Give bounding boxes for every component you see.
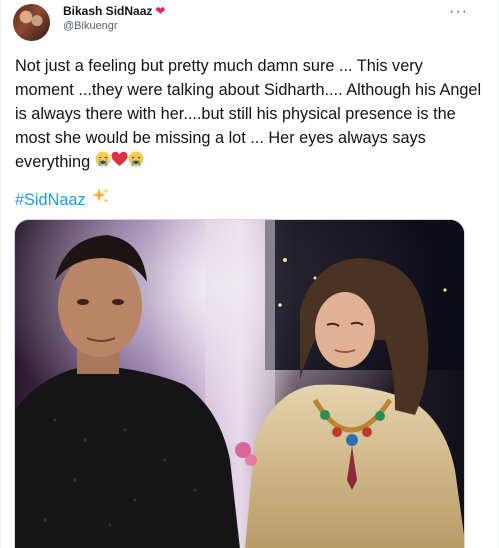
author-row[interactable]: Bikash SidNaaz ❤ [63,4,165,18]
tweet-text: Not just a feeling but pretty much damn … [15,54,485,174]
ellipsis-icon[interactable]: ··· [449,3,468,21]
heart-icon: ❤ [155,4,166,18]
crying-face-icon [128,151,144,171]
tweet-body: Not just a feeling but pretty much damn … [15,57,482,171]
author-name[interactable]: Bikash SidNaaz [63,4,152,18]
crying-face-icon [95,151,111,171]
red-heart-icon [111,151,128,171]
avatar[interactable] [13,4,50,41]
tweet-card[interactable]: Bikash SidNaaz ❤ @Bikuengr ··· Not just … [0,0,499,548]
hashtag-link[interactable]: #SidNaaz [15,188,86,212]
sparkles-icon [91,187,110,212]
hashtag-row: #SidNaaz [15,187,110,212]
tweet-photo[interactable] [14,219,465,548]
author-handle[interactable]: @Bikuengr [63,20,118,32]
